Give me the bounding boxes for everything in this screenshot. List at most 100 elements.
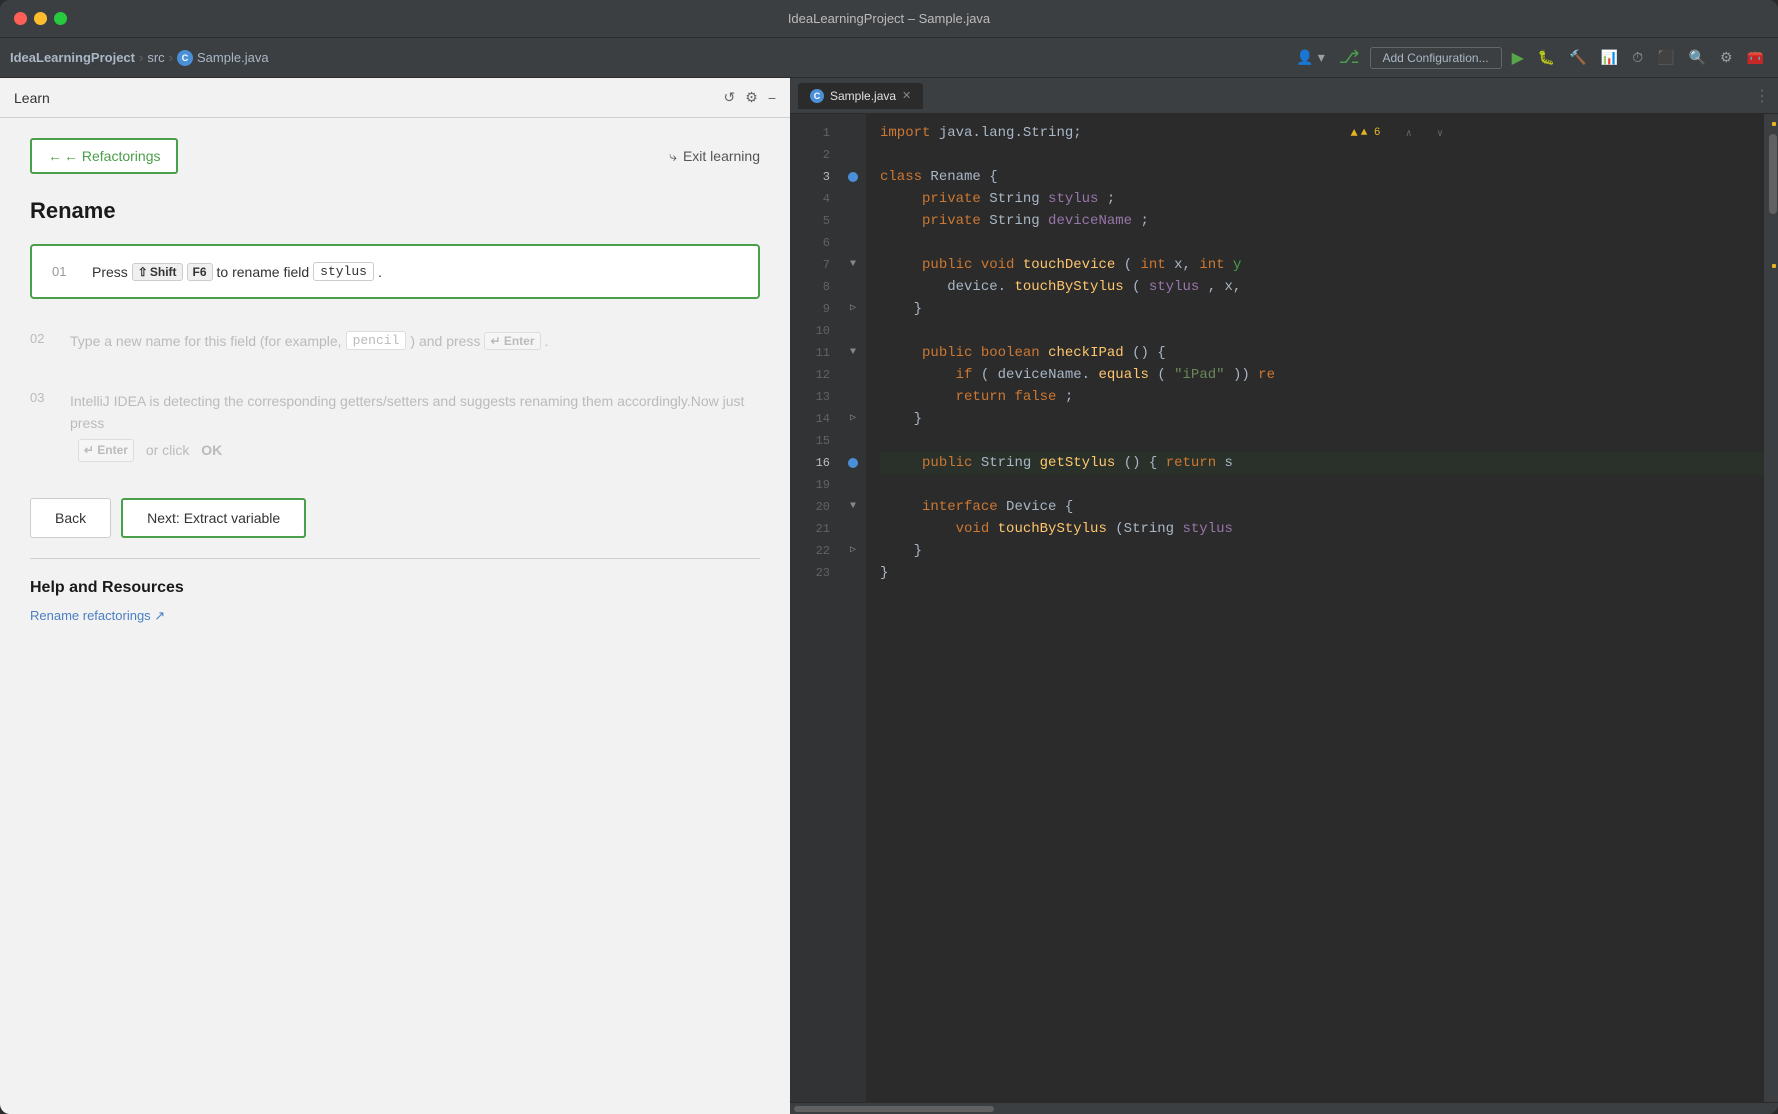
step-01-content: Press ⇧ Shift F6 to rename field stylus … xyxy=(92,262,382,281)
breadcrumb-src[interactable]: src xyxy=(147,50,164,65)
coverage-button[interactable]: 📊 xyxy=(1597,45,1622,70)
ln-14: 14 xyxy=(790,408,840,430)
vertical-scrollbar[interactable] xyxy=(1764,114,1778,1102)
code-line-15 xyxy=(880,430,1764,452)
breadcrumb-sep1: › xyxy=(139,50,143,65)
ln-2: 2 xyxy=(790,144,840,166)
fold-14[interactable]: ▷ xyxy=(850,408,856,430)
shift-key: ⇧ Shift xyxy=(132,263,183,281)
refresh-icon[interactable]: ↺ xyxy=(724,89,736,106)
ln-22: 22 xyxy=(790,540,840,562)
debug-button[interactable]: 🐛 xyxy=(1534,45,1559,70)
breakpoint-16[interactable] xyxy=(848,458,858,468)
editor-tab-sample[interactable]: C Sample.java ✕ xyxy=(798,83,923,109)
editor-tabs: C Sample.java ✕ ⋮ xyxy=(790,78,1778,114)
build-button[interactable]: 🔨 xyxy=(1565,45,1590,70)
tab-label: Sample.java xyxy=(830,89,896,103)
step02-dot: . xyxy=(545,333,549,349)
back-button[interactable]: Back xyxy=(30,498,111,538)
fold-top[interactable]: ∧ xyxy=(1406,129,1412,140)
tab-close-icon[interactable]: ✕ xyxy=(902,89,911,102)
scrollbar-h-thumb[interactable] xyxy=(794,1106,994,1112)
help-link[interactable]: Rename refactorings ↗ xyxy=(30,608,165,624)
step-03-content: IntelliJ IDEA is detecting the correspon… xyxy=(70,390,760,462)
gutter-4 xyxy=(840,188,866,210)
divider xyxy=(30,558,760,559)
main-window: IdeaLearningProject – Sample.java IdeaLe… xyxy=(0,0,1778,1114)
fold-22[interactable]: ▷ xyxy=(850,540,856,562)
vcs-icon[interactable]: ⎇ xyxy=(1335,43,1364,72)
user-icon[interactable]: 👤 ▾ xyxy=(1292,45,1328,70)
code-line-8: device. touchByStylus ( stylus , x, xyxy=(880,276,1764,298)
next-button[interactable]: Next: Extract variable xyxy=(121,498,306,538)
breadcrumb-project[interactable]: IdeaLearningProject xyxy=(10,50,135,65)
profile-button[interactable]: ⏱ xyxy=(1628,45,1647,70)
step02-enter-key: ↵ Enter xyxy=(484,332,540,350)
gutter-22: ▷ xyxy=(840,540,866,562)
breakpoint-3[interactable] xyxy=(848,172,858,182)
step01-dot: . xyxy=(378,264,382,280)
fold-20[interactable]: ▼ xyxy=(850,496,856,518)
gutter-7: ▼ xyxy=(840,254,866,276)
editor-body: 1 2 3 4 5 6 7 8 9 10 11 12 13 14 15 16 1 xyxy=(790,114,1778,1102)
code-area[interactable]: import java.lang.String; ▲ ▲ 6 ∧ ∨ xyxy=(866,114,1764,1102)
learn-panel-title: Learn xyxy=(14,90,50,106)
editor-tabs-menu[interactable]: ⋮ xyxy=(1754,86,1770,106)
step03-text2: or click xyxy=(146,439,190,461)
close-button[interactable] xyxy=(14,12,27,25)
exit-icon: ⤷ xyxy=(669,148,677,165)
gutter-12 xyxy=(840,364,866,386)
fold-bottom[interactable]: ∨ xyxy=(1437,129,1443,140)
breadcrumb-file[interactable]: Sample.java xyxy=(197,50,269,65)
refactorings-button[interactable]: ← ← Refactorings xyxy=(30,138,178,174)
exit-learning-button[interactable]: ⤷ Exit learning xyxy=(669,148,760,165)
code-line-19 xyxy=(880,474,1764,496)
toolbox-button[interactable]: 🧰 xyxy=(1743,45,1768,70)
window-controls xyxy=(14,12,67,25)
ln-5: 5 xyxy=(790,210,840,232)
back-arrow-icon: ← xyxy=(48,148,62,164)
gutter-10 xyxy=(840,320,866,342)
gutter-14: ▷ xyxy=(840,408,866,430)
settings-button[interactable]: ⚙ xyxy=(1716,45,1737,70)
breadcrumb-sep2: › xyxy=(169,50,173,65)
main-content: Learn ↺ ⚙ − ← ← Refactorings ⤷ Exit lear… xyxy=(0,78,1778,1114)
ln-1: 1 xyxy=(790,122,840,144)
horizontal-scrollbar[interactable] xyxy=(790,1102,1778,1114)
step-01-card: 01 Press ⇧ Shift F6 to rename field styl… xyxy=(30,244,760,299)
learn-header-icons: ↺ ⚙ − xyxy=(724,89,776,106)
step02-example: pencil xyxy=(346,331,407,350)
top-actions: ← ← Refactorings ⤷ Exit learning xyxy=(30,138,760,174)
section-title: Rename xyxy=(30,198,760,224)
ln-15: 15 xyxy=(790,430,840,452)
scrollbar-thumb[interactable] xyxy=(1769,134,1777,214)
shift-symbol: ⇧ xyxy=(138,265,148,279)
learn-body: ← ← Refactorings ⤷ Exit learning Rename … xyxy=(0,118,790,1114)
help-title: Help and Resources xyxy=(30,579,760,597)
fold-11[interactable]: ▼ xyxy=(850,342,856,364)
ln-6: 6 xyxy=(790,232,840,254)
fold-7[interactable]: ▼ xyxy=(850,254,856,276)
fold-9[interactable]: ▷ xyxy=(850,298,856,320)
add-config-button[interactable]: Add Configuration... xyxy=(1370,47,1502,69)
gutter-2 xyxy=(840,144,866,166)
minimize-button[interactable] xyxy=(34,12,47,25)
run-button[interactable]: ▶ xyxy=(1508,44,1528,72)
learn-panel: Learn ↺ ⚙ − ← ← Refactorings ⤷ Exit lear… xyxy=(0,78,790,1114)
step-02-card: 02 Type a new name for this field (for e… xyxy=(30,315,760,366)
gutter-8 xyxy=(840,276,866,298)
line-numbers: 1 2 3 4 5 6 7 8 9 10 11 12 13 14 15 16 1 xyxy=(790,114,840,1102)
minimize-panel-icon[interactable]: − xyxy=(768,90,776,106)
gutter-19 xyxy=(840,474,866,496)
ln-12: 12 xyxy=(790,364,840,386)
search-button[interactable]: 🔍 xyxy=(1685,45,1710,70)
gutter-5 xyxy=(840,210,866,232)
settings-panel-icon[interactable]: ⚙ xyxy=(745,89,758,106)
ln-11: 11 xyxy=(790,342,840,364)
step-02-number: 02 xyxy=(30,331,54,346)
code-line-20: interface Device { xyxy=(880,496,1764,518)
stop-button[interactable]: ⬛ xyxy=(1653,45,1678,70)
gutter-23 xyxy=(840,562,866,584)
maximize-button[interactable] xyxy=(54,12,67,25)
titlebar: IdeaLearningProject – Sample.java xyxy=(0,0,1778,38)
